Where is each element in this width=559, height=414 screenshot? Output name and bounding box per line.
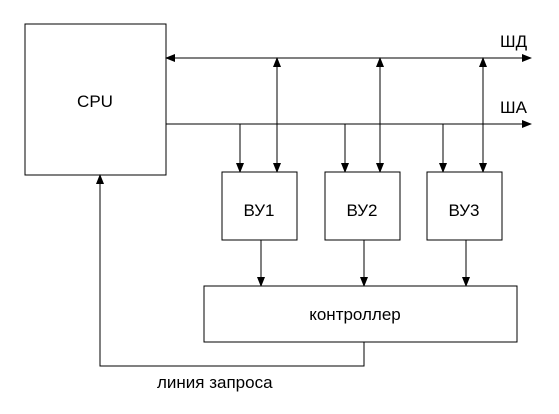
device-label: ВУ2 bbox=[346, 201, 377, 220]
device-label: ВУ1 bbox=[243, 201, 274, 220]
io-architecture-diagram: CPU ШД ША ВУ1 ВУ2 ВУ3 контроллер линия з… bbox=[24, 23, 532, 392]
cpu-block: CPU bbox=[24, 23, 167, 176]
request-line-label: линия запроса bbox=[157, 373, 273, 392]
cpu-label: CPU bbox=[77, 92, 113, 111]
controller-block: контроллер bbox=[203, 285, 518, 343]
device-vu3: ВУ3 bbox=[426, 57, 503, 287]
device-label: ВУ3 bbox=[448, 201, 479, 220]
controller-label: контроллер bbox=[309, 305, 401, 324]
device-vu1: ВУ1 bbox=[221, 57, 298, 287]
data-bus: ШД bbox=[165, 32, 532, 62]
address-bus-label: ША bbox=[500, 98, 528, 117]
address-bus: ША bbox=[166, 98, 532, 128]
data-bus-label: ШД bbox=[500, 32, 528, 51]
device-vu2: ВУ2 bbox=[324, 57, 401, 287]
